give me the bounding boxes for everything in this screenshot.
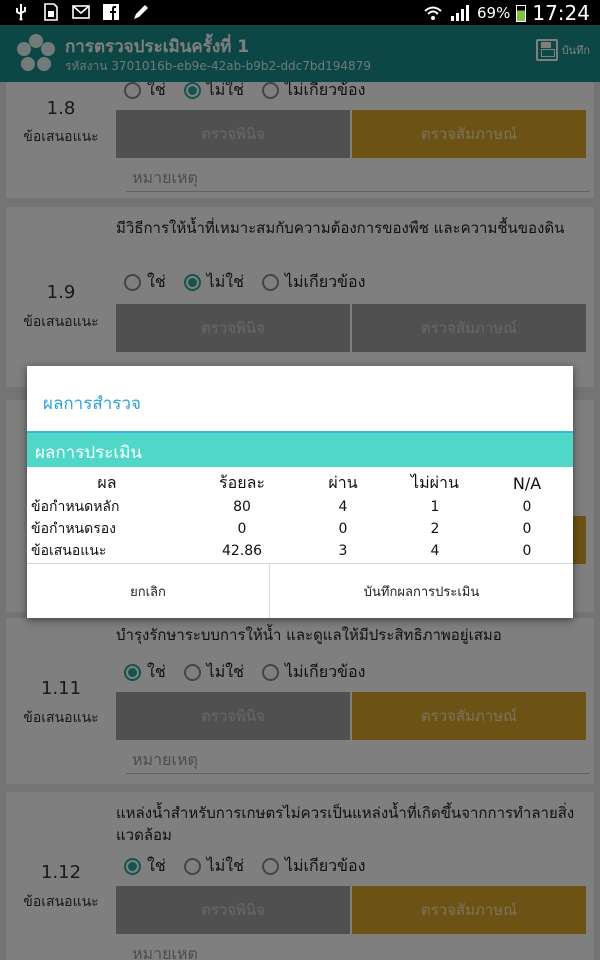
usb-icon (16, 4, 26, 21)
table-cell: 1 (430, 499, 440, 515)
column-header: ผล (97, 472, 117, 492)
dialog-actions: ยกเลิก บันทึกผลการประเมิน (27, 563, 573, 618)
column-header: N/A (512, 473, 542, 493)
table-cell: 3 (338, 543, 348, 559)
clock: 17:24 (532, 1, 590, 25)
table-row: ข้อกำหนดหลัก 80 4 1 0 (27, 496, 573, 518)
table-cell: 42.86 (221, 543, 263, 559)
save-evaluation-button[interactable]: บันทึกผลการประเมิน (270, 564, 573, 618)
column-header: ไม่ผ่าน (411, 472, 459, 492)
column-header: ร้อยละ (219, 472, 265, 492)
table-row: ข้อกำหนดรอง 0 0 2 0 (27, 518, 573, 540)
mail-icon (72, 5, 90, 19)
evaluation-table: ผล ร้อยละ ผ่าน ไม่ผ่าน N/A ข้อกำหนดหลัก … (27, 470, 573, 562)
table-header-row: ผล ร้อยละ ผ่าน ไม่ผ่าน N/A (27, 470, 573, 496)
table-cell: 80 (233, 499, 251, 515)
facebook-icon (103, 4, 119, 20)
table-cell: 0 (522, 543, 532, 559)
table-cell: ข้อกำหนดหลัก (31, 499, 120, 515)
column-header: ผ่าน (328, 472, 358, 492)
table-cell: ข้อกำหนดรอง (31, 521, 116, 537)
table-row: ข้อเสนอแนะ 42.86 3 4 0 (27, 540, 573, 562)
table-cell: 4 (338, 499, 348, 515)
evaluation-header: ผลการประเมิน (27, 433, 573, 467)
cancel-button[interactable]: ยกเลิก (27, 564, 270, 618)
battery-icon (516, 4, 527, 22)
wifi-icon (424, 6, 442, 20)
table-cell: 0 (338, 521, 348, 537)
table-cell: 0 (522, 499, 532, 515)
status-bar: 69% 17:24 (0, 0, 600, 25)
pencil-icon (134, 5, 148, 19)
table-cell: ข้อเสนอแนะ (31, 543, 107, 559)
table-cell: 4 (430, 543, 440, 559)
table-cell: 2 (430, 521, 440, 537)
signal-icon (451, 5, 470, 21)
sim-icon (44, 3, 58, 21)
dialog-title: ผลการสำรวจ (43, 394, 141, 414)
table-cell: 0 (237, 521, 247, 537)
system-icons: 69% 17:24 (423, 1, 590, 25)
notification-icons (12, 3, 150, 21)
battery-percent: 69% (477, 4, 511, 22)
table-cell: 0 (522, 521, 532, 537)
survey-result-dialog: ผลการสำรวจ ผลการประเมิน ผล ร้อยละ ผ่าน ไ… (27, 366, 573, 618)
